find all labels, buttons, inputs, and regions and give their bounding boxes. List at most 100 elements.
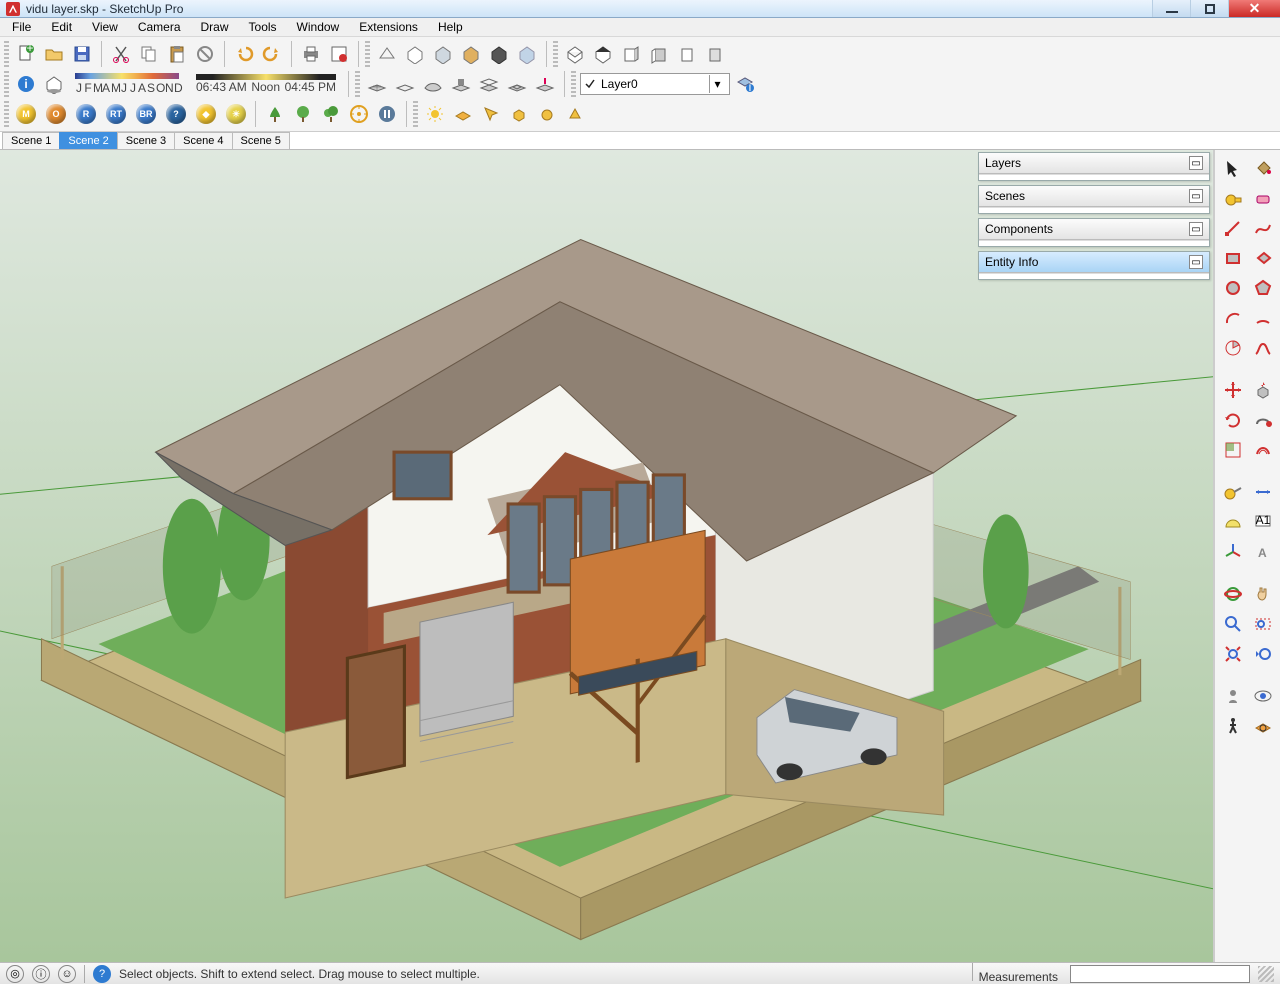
3d-text-tool[interactable]: A [1249, 538, 1277, 566]
help-icon[interactable]: ? [93, 965, 111, 983]
pin-icon[interactable]: ▭ [1189, 189, 1203, 203]
new-file-button[interactable]: + [13, 41, 39, 67]
resize-grip[interactable] [1258, 966, 1274, 982]
scene-tab-4[interactable]: Scene 4 [174, 132, 232, 149]
top-view-button[interactable] [590, 41, 616, 67]
sandbox-scratch-button[interactable] [392, 71, 418, 97]
zoom-tool[interactable] [1219, 610, 1247, 638]
scene-tab-2[interactable]: Scene 2 [59, 132, 117, 149]
style-hidden-button[interactable] [402, 41, 428, 67]
plugin-☀-button[interactable]: ☀ [223, 101, 249, 127]
scene-tab-5[interactable]: Scene 5 [232, 132, 290, 149]
tree-plugin-1-button[interactable] [262, 101, 288, 127]
panel-entity-info[interactable]: Entity Info▭ [978, 251, 1210, 280]
select-tool[interactable] [1219, 154, 1247, 182]
pin-icon[interactable]: ▭ [1189, 222, 1203, 236]
follow-me-tool[interactable] [1249, 406, 1277, 434]
plugin-m-button[interactable]: M [13, 101, 39, 127]
section-plane-tool[interactable] [1249, 712, 1277, 740]
curve-tool[interactable] [1249, 334, 1277, 362]
sandbox-drape-button[interactable] [476, 71, 502, 97]
scale-tool[interactable] [1219, 436, 1247, 464]
month-slider[interactable]: JFMAMJJASOND [75, 73, 182, 95]
sandbox-smoove-button[interactable] [420, 71, 446, 97]
offset-tool[interactable] [1249, 436, 1277, 464]
panel-layers[interactable]: Layers▭ [978, 152, 1210, 181]
cone-plugin-button[interactable] [562, 101, 588, 127]
plugin-◆-button[interactable]: ◆ [193, 101, 219, 127]
line-tool[interactable] [1219, 214, 1247, 242]
circle-tool[interactable] [1219, 274, 1247, 302]
profile-icon[interactable]: ☺ [58, 965, 76, 983]
push-pull-tool[interactable] [1249, 376, 1277, 404]
geo-icon[interactable]: ◎ [6, 965, 24, 983]
shadow-info-button[interactable]: i [13, 71, 39, 97]
model-info-button[interactable] [326, 41, 352, 67]
pan-tool[interactable] [1249, 580, 1277, 608]
delete-button[interactable] [192, 41, 218, 67]
front-view-button[interactable] [618, 41, 644, 67]
back-view-button[interactable] [674, 41, 700, 67]
redo-button[interactable] [259, 41, 285, 67]
text-tool[interactable]: A1 [1249, 508, 1277, 536]
position-camera-tool[interactable] [1219, 682, 1247, 710]
tree-plugin-2-button[interactable] [290, 101, 316, 127]
pointer-plugin-button[interactable] [478, 101, 504, 127]
save-file-button[interactable] [69, 41, 95, 67]
menu-draw[interactable]: Draw [191, 18, 239, 36]
panel-components[interactable]: Components▭ [978, 218, 1210, 247]
dimension-tool[interactable] [1249, 478, 1277, 506]
right-view-button[interactable] [646, 41, 672, 67]
left-view-button[interactable] [702, 41, 728, 67]
time-slider[interactable]: 06:43 AMNoon04:45 PM [196, 74, 336, 94]
cut-button[interactable] [108, 41, 134, 67]
plugin-br-button[interactable]: BR [133, 101, 159, 127]
menu-help[interactable]: Help [428, 18, 473, 36]
minimize-button[interactable] [1152, 0, 1190, 17]
plugin-?-button[interactable]: ? [163, 101, 189, 127]
measure-tape-tool[interactable] [1219, 184, 1247, 212]
menu-view[interactable]: View [82, 18, 128, 36]
close-button[interactable]: ✕ [1228, 0, 1280, 17]
sandbox-flip-button[interactable] [532, 71, 558, 97]
arc-tool[interactable] [1219, 304, 1247, 332]
style-wireframe-button[interactable] [374, 41, 400, 67]
move-tool[interactable] [1219, 376, 1247, 404]
copy-button[interactable] [136, 41, 162, 67]
two-point-arc-tool[interactable] [1249, 304, 1277, 332]
zoom-window-tool[interactable] [1249, 610, 1277, 638]
eraser-tool[interactable] [1249, 184, 1277, 212]
freehand-tool[interactable] [1249, 214, 1277, 242]
pause-plugin-button[interactable] [374, 101, 400, 127]
plugin-rt-button[interactable]: RT [103, 101, 129, 127]
layer-manager-button[interactable]: i [732, 71, 758, 97]
look-around-tool[interactable] [1249, 682, 1277, 710]
layer-dropdown[interactable]: Layer0 ▾ [580, 73, 730, 95]
rotate-tool[interactable] [1219, 406, 1247, 434]
rotated-rectangle-tool[interactable] [1249, 244, 1277, 272]
scene-tab-3[interactable]: Scene 3 [117, 132, 175, 149]
menu-edit[interactable]: Edit [41, 18, 82, 36]
previous-view-tool[interactable] [1249, 640, 1277, 668]
pie-tool[interactable] [1219, 334, 1247, 362]
style-shaded-button[interactable] [430, 41, 456, 67]
panel-scenes[interactable]: Scenes▭ [978, 185, 1210, 214]
polygon-tool[interactable] [1249, 274, 1277, 302]
pin-icon[interactable]: ▭ [1189, 156, 1203, 170]
walk-tool[interactable] [1219, 712, 1247, 740]
sandbox-mesh-button[interactable] [364, 71, 390, 97]
menu-tools[interactable]: Tools [239, 18, 287, 36]
orbit-tool[interactable] [1219, 580, 1247, 608]
menu-camera[interactable]: Camera [128, 18, 191, 36]
shadow-toggle-button[interactable] [41, 71, 67, 97]
undo-button[interactable] [231, 41, 257, 67]
plugin-r-button[interactable]: R [73, 101, 99, 127]
menu-extensions[interactable]: Extensions [349, 18, 428, 36]
credits-icon[interactable]: ⓘ [32, 965, 50, 983]
box-plugin-button[interactable] [506, 101, 532, 127]
axes-tool[interactable] [1219, 538, 1247, 566]
zoom-extents-tool[interactable] [1219, 640, 1247, 668]
protractor-tool[interactable] [1219, 508, 1247, 536]
tape-measure-tool[interactable] [1219, 478, 1247, 506]
sandbox-stamp-button[interactable] [448, 71, 474, 97]
